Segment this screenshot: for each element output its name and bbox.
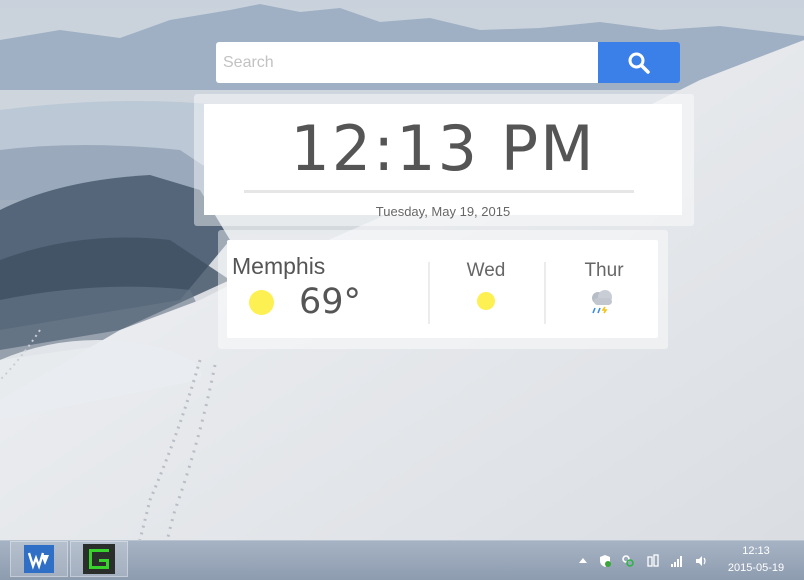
search-bar (216, 42, 680, 83)
weather-city: Memphis (232, 253, 326, 279)
current-temperature: 69° (299, 282, 362, 322)
forecast-divider (428, 262, 430, 324)
magnifier-icon (628, 52, 650, 74)
clock-date: Tuesday, May 19, 2015 (375, 204, 511, 219)
wps-office-icon (24, 545, 54, 573)
signal-bars-icon[interactable] (670, 554, 684, 568)
rain-cloud-icon (592, 290, 612, 314)
forecast-day-thur: Thur (584, 260, 624, 281)
sun-icon (249, 290, 274, 315)
tray-clock-date[interactable]: 2015-05-19 (721, 562, 791, 574)
link-icon[interactable] (621, 554, 635, 568)
weather-widget: Memphis 69° Wed Thur (218, 230, 668, 349)
forecast-day-wed: Wed (466, 260, 506, 281)
green-terminal-icon (83, 544, 115, 574)
taskbar-app-terminal[interactable] (70, 541, 128, 577)
clock-time: 12:13 PM (290, 112, 596, 185)
clock-divider (244, 190, 634, 193)
volume-icon[interactable] (694, 554, 708, 568)
weather-card[interactable]: Memphis 69° Wed Thur (227, 240, 658, 338)
show-hidden-icons-arrow[interactable] (576, 554, 590, 568)
search-button[interactable] (598, 42, 680, 83)
taskbar-app-wps[interactable] (10, 541, 68, 577)
search-input[interactable] (216, 42, 598, 83)
clock-card: 12:13 PM Tuesday, May 19, 2015 (204, 104, 682, 219)
clock-widget: 12:13 PM Tuesday, May 19, 2015 (194, 94, 694, 226)
tray-clock-time[interactable]: 12:13 (721, 545, 791, 557)
power-plug-icon[interactable] (646, 554, 660, 568)
forecast-divider (544, 262, 546, 324)
security-shield-icon[interactable] (598, 554, 612, 568)
sun-icon (477, 292, 495, 310)
